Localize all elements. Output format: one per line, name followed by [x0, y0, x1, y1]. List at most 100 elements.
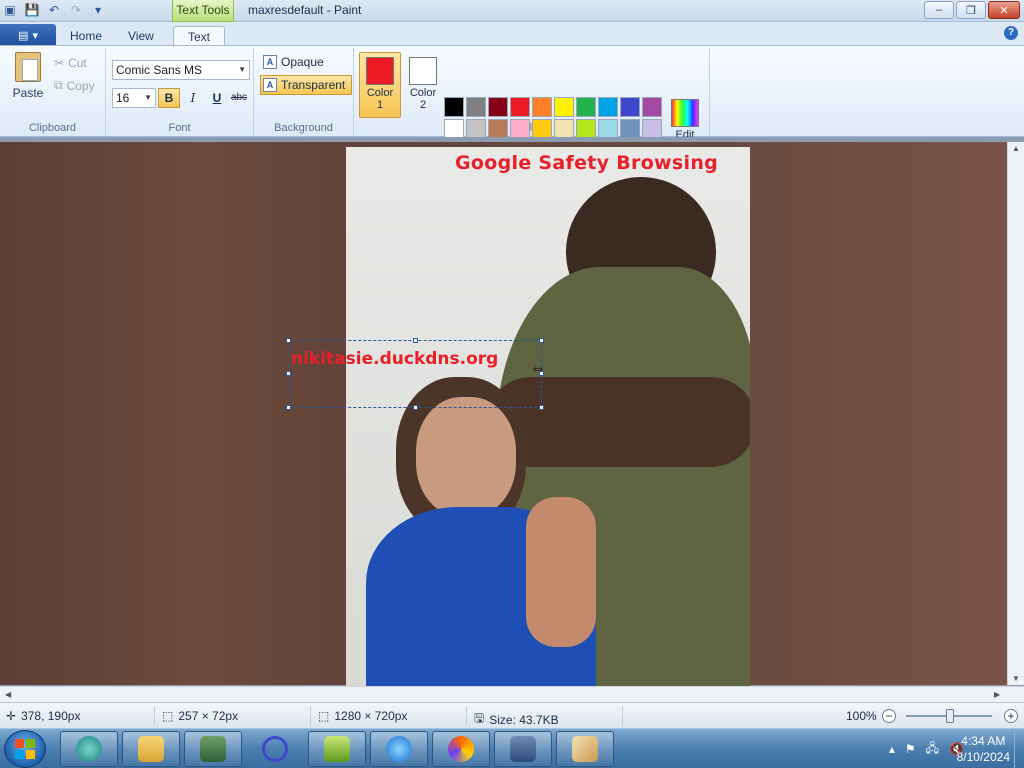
copy-button[interactable]: ⧉ Copy [54, 78, 95, 93]
undo-icon[interactable]: ↶ [46, 2, 62, 18]
taskbar-app-6[interactable] [370, 731, 428, 767]
paint-menu-button[interactable]: ▤ ▾ [0, 24, 56, 46]
scroll-down-icon[interactable]: ▼ [1012, 674, 1020, 683]
taskbar-app-1[interactable] [60, 731, 118, 767]
palette-swatch[interactable] [620, 119, 640, 139]
redo-icon[interactable]: ↷ [68, 2, 84, 18]
customize-qat-icon[interactable]: ▾ [90, 2, 106, 18]
help-icon[interactable]: ? [1004, 26, 1018, 40]
scroll-left-icon[interactable]: ◀ [5, 690, 11, 699]
tab-text[interactable]: Text [173, 26, 226, 47]
zoom-out-button[interactable]: − [882, 709, 896, 723]
selection-size-value: 257 × 72px [178, 709, 239, 723]
palette-swatch[interactable] [466, 119, 486, 139]
zoom-slider-thumb[interactable] [946, 709, 954, 723]
palette-swatch[interactable] [620, 97, 640, 117]
horizontal-scrollbar[interactable]: ◀ ▶ [0, 686, 1024, 702]
quick-access-toolbar: ▣ 💾 ↶ ↷ ▾ [2, 2, 106, 18]
save-icon[interactable]: 💾 [24, 2, 40, 18]
close-button[interactable]: ✕ [988, 1, 1020, 19]
taskbar-app-3[interactable] [184, 731, 242, 767]
resize-handle-n[interactable] [413, 338, 418, 343]
show-hidden-icons-icon[interactable]: ▴ [889, 742, 895, 756]
palette-swatch[interactable] [510, 119, 530, 139]
palette-swatch[interactable] [576, 119, 596, 139]
system-clock[interactable]: 4:34 AM 8/10/2024 [957, 733, 1010, 765]
selection-icon: ⬚ [162, 709, 174, 723]
palette-swatch[interactable] [444, 97, 464, 117]
bold-button[interactable]: B [158, 88, 180, 108]
scroll-right-icon[interactable]: ▶ [994, 690, 1000, 699]
clock-time: 4:34 AM [961, 734, 1006, 748]
flag-icon[interactable]: ⚑ [905, 742, 916, 756]
person-face [416, 397, 516, 517]
browser-app-icon [448, 736, 474, 762]
transparent-button[interactable]: A Transparent [260, 75, 353, 95]
palette-swatch[interactable] [488, 97, 508, 117]
opaque-button[interactable]: A Opaque [260, 52, 331, 72]
network-icon[interactable]: 🖧 [926, 739, 939, 760]
scroll-up-icon[interactable]: ▲ [1012, 144, 1020, 153]
palette-swatch[interactable] [642, 119, 662, 139]
palette-swatch[interactable] [532, 119, 552, 139]
hand [526, 497, 596, 647]
palette-swatch[interactable] [532, 97, 552, 117]
palette-swatch[interactable] [642, 97, 662, 117]
paste-button[interactable]: Paste [8, 52, 48, 100]
taskbar-app-5[interactable] [308, 731, 366, 767]
font-family-select[interactable]: Comic Sans MS ▼ [112, 60, 250, 80]
tab-view[interactable]: View [114, 26, 168, 46]
canvas-area: Google Safety Browsing nikitasie.duckdns… [0, 137, 1024, 687]
resize-handle-w[interactable] [286, 371, 291, 376]
resize-cursor-icon: ⇔ [530, 360, 546, 377]
cut-button[interactable]: ✂ Cut [54, 56, 87, 70]
resize-handle-nw[interactable] [286, 338, 291, 343]
palette-swatch[interactable] [576, 97, 596, 117]
background-group: A Opaque A Transparent Background [254, 48, 354, 136]
paint-app-icon[interactable]: ▣ [2, 2, 18, 18]
palette-swatch[interactable] [598, 119, 618, 139]
network-app-icon [200, 736, 226, 762]
text-box-content[interactable]: nikitasie.duckdns.org [291, 349, 498, 369]
resize-handle-se[interactable] [539, 405, 544, 410]
text-box-selection[interactable]: nikitasie.duckdns.org [286, 338, 544, 410]
taskbar-app-4[interactable] [246, 731, 304, 767]
image-canvas[interactable]: Google Safety Browsing nikitasie.duckdns… [0, 142, 1007, 687]
palette-swatch[interactable] [444, 119, 464, 139]
cursor-position: ✛ 378, 190px [6, 709, 80, 723]
ribbon: Paste ✂ Cut ⧉ Copy Clipboard Comic Sans MS… [0, 45, 1024, 161]
resize-handle-s[interactable] [413, 405, 418, 410]
tab-home[interactable]: Home [56, 26, 116, 46]
palette-swatch[interactable] [510, 97, 530, 117]
strikethrough-button[interactable]: abc [228, 88, 250, 108]
paste-label: Paste [12, 86, 44, 100]
show-desktop-button[interactable] [1014, 729, 1024, 768]
resize-handle-ne[interactable] [539, 338, 544, 343]
selection-size: ⬚ 257 × 72px [162, 709, 238, 723]
image-size-icon: ⬚ [318, 709, 330, 723]
menu-icon: ▤ [18, 29, 29, 42]
zoom-in-button[interactable]: + [1004, 709, 1018, 723]
resize-handle-sw[interactable] [286, 405, 291, 410]
minimize-button[interactable]: – [924, 1, 954, 19]
maximize-button[interactable]: ❐ [956, 1, 986, 19]
cut-label: Cut [68, 56, 87, 70]
color1-swatch [366, 57, 394, 85]
italic-button[interactable]: I [182, 88, 204, 108]
palette-swatch[interactable] [466, 97, 486, 117]
color1-button[interactable]: Color 1 [359, 52, 401, 118]
palette-swatch[interactable] [598, 97, 618, 117]
vertical-scrollbar[interactable]: ▲ ▼ [1007, 142, 1024, 685]
underline-button[interactable]: U [206, 88, 228, 108]
palette-swatch[interactable] [488, 119, 508, 139]
taskbar-explorer[interactable] [122, 731, 180, 767]
taskbar-app-8[interactable] [494, 731, 552, 767]
palette-swatch[interactable] [554, 119, 574, 139]
font-size-select[interactable]: 16 ▼ [112, 88, 156, 108]
start-button[interactable] [4, 730, 46, 768]
file-size-value: Size: 43.7KB [489, 712, 559, 727]
color2-button[interactable]: Color 2 [402, 52, 444, 118]
taskbar-paint[interactable] [556, 731, 614, 767]
palette-swatch[interactable] [554, 97, 574, 117]
taskbar-app-7[interactable] [432, 731, 490, 767]
